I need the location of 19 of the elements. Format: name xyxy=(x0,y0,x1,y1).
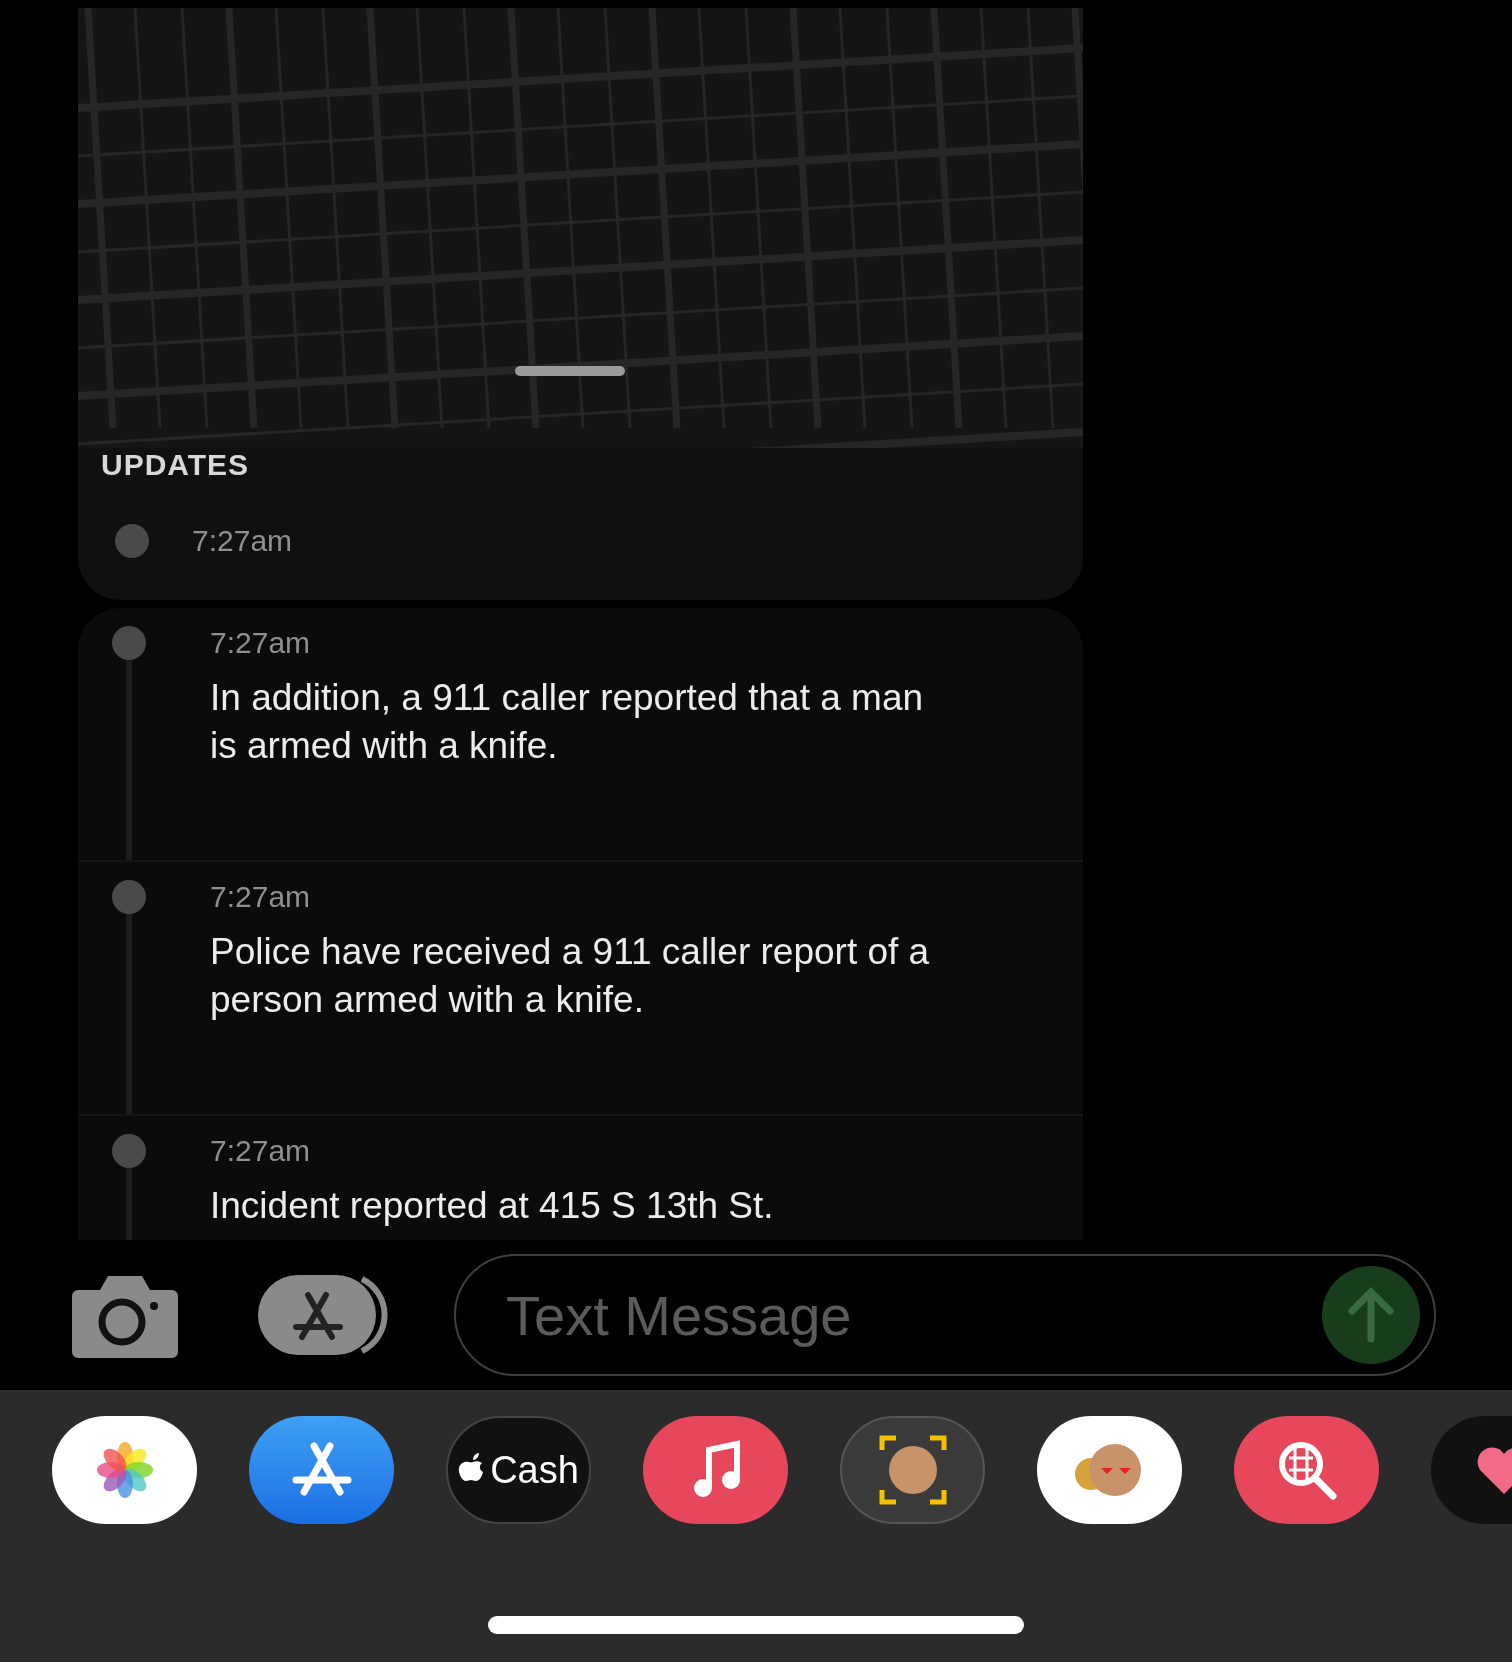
drag-handle[interactable] xyxy=(515,366,625,376)
update-text: Incident reported at 415 S 13th St. xyxy=(210,1184,775,1228)
photos-flower-icon xyxy=(94,1440,155,1500)
message-field[interactable]: Text Message xyxy=(454,1254,1436,1376)
update-time: 7:27am xyxy=(192,524,293,558)
send-button[interactable] xyxy=(1322,1266,1420,1364)
update-text: Police have received a 911 caller report of a person armed with a knife. xyxy=(210,930,931,1022)
update-time: 7:27am xyxy=(210,1134,312,1168)
timeline-dot xyxy=(112,1134,146,1168)
section-header: UPDATES xyxy=(100,448,251,482)
update-text: In addition, a 911 caller reported that a man is armed with a knife. xyxy=(210,676,925,768)
text-message-field[interactable]: Text Message xyxy=(504,1281,1322,1349)
arrow-up-icon xyxy=(1346,1287,1396,1343)
update-time: 7:27am xyxy=(210,880,312,914)
update-time: 7:27am xyxy=(210,626,312,660)
timeline-dot xyxy=(115,524,149,558)
app-drawer-button[interactable]: Cash xyxy=(446,1416,591,1524)
timeline-dot xyxy=(112,880,146,914)
timeline-dot xyxy=(112,626,146,660)
